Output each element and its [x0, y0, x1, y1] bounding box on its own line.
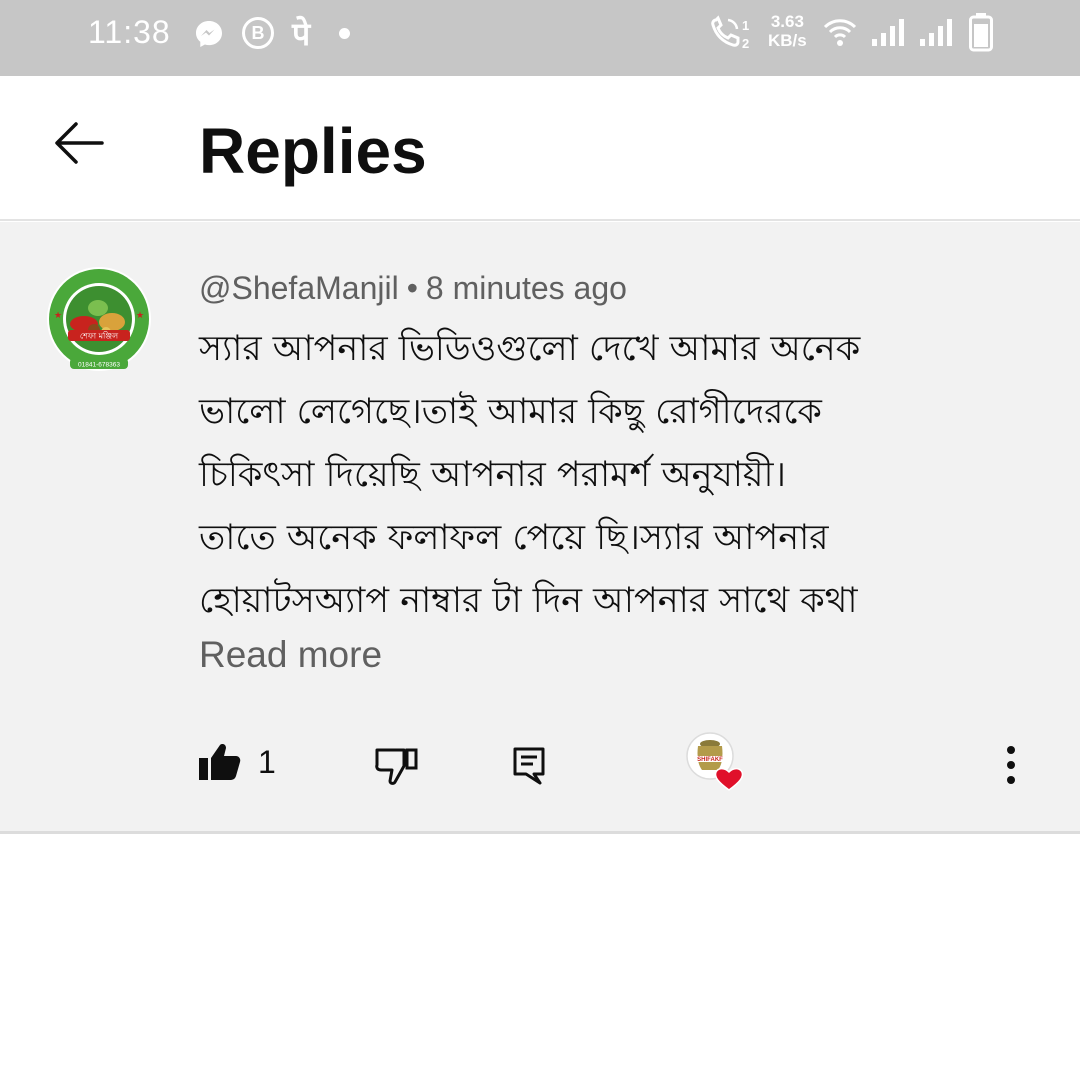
- svg-text:1: 1: [742, 18, 749, 33]
- svg-text:শেফা মঞ্জিল: শেফা মঞ্জিল: [80, 332, 119, 341]
- dislike-button[interactable]: [374, 746, 420, 788]
- comment-actions: 1 SHIFAKF: [0, 732, 1080, 792]
- arrow-left-icon: [55, 122, 104, 164]
- avatar[interactable]: শেফা মঞ্জিল ★ ★ 01841-678363: [46, 266, 152, 376]
- back-button[interactable]: [48, 112, 108, 172]
- more-vert-icon: [1007, 746, 1015, 784]
- status-time: 11:38: [88, 14, 171, 50]
- read-more-link[interactable]: Read more: [199, 634, 382, 676]
- svg-text:SHIFAKF: SHIFAKF: [697, 757, 723, 763]
- network-speed: 3.63 KB/s: [768, 12, 807, 50]
- battery-icon: [969, 13, 993, 52]
- comment-line: স্যার আপনার ভিডিওগুলো দেখে আমার অনেক: [199, 329, 861, 369]
- reply-button[interactable]: [512, 746, 546, 786]
- status-bar: 11:38 B पे 1 2 3.63 KB/s: [0, 0, 1080, 76]
- wifi-icon: [823, 19, 857, 46]
- notification-dot-icon: [339, 28, 350, 39]
- phonepe-icon: पे: [292, 15, 311, 53]
- messenger-icon: [196, 21, 222, 47]
- comment-text: স্যার আপনার ভিডিওগুলো দেখে আমার অনেক ভাল…: [199, 318, 959, 633]
- signal-icon: [920, 19, 952, 46]
- signal-icon: [872, 19, 904, 46]
- like-count: 1: [258, 744, 276, 780]
- comment-line: ভালো লেগেছে।তাই আমার কিছু রোগীদেরকে: [199, 392, 822, 432]
- comment-meta: @ShefaManjil • 8 minutes ago: [199, 270, 627, 307]
- svg-text:★: ★: [136, 310, 144, 320]
- comment-card: শেফা মঞ্জিল ★ ★ 01841-678363 @ShefaManji…: [0, 222, 1080, 834]
- volte-call-icon: 1 2: [711, 15, 749, 51]
- like-button[interactable]: [198, 742, 242, 782]
- network-speed-value: 3.63: [770, 12, 804, 31]
- comment-line: তাতে অনেক ফলাফল পেয়ে ছি।স্যার আপনার: [199, 518, 829, 558]
- comment-icon: [513, 747, 545, 785]
- comment-time: 8 minutes ago: [425, 270, 627, 306]
- page-title: Replies: [199, 115, 427, 187]
- comment-line: চিকিৎসা দিয়েছি আপনার পরামর্শ অনুযায়ী।: [199, 455, 787, 495]
- comment-line: হোয়াটসঅ্যাপ নাম্বার টা দিন আপনার সাথে ক…: [199, 581, 858, 621]
- meta-separator: •: [406, 270, 418, 306]
- creator-heart-badge: SHIFAKF: [686, 732, 744, 791]
- svg-text:★: ★: [54, 310, 62, 320]
- svg-text:2: 2: [742, 36, 749, 51]
- thumbs-up-icon: [199, 744, 241, 780]
- b-circle-icon: B: [242, 17, 274, 49]
- replies-header: Replies: [0, 76, 1080, 221]
- network-speed-unit: KB/s: [768, 31, 807, 50]
- more-options-button[interactable]: [996, 742, 1026, 788]
- thumbs-down-icon: [375, 748, 418, 785]
- comment-author[interactable]: @ShefaManjil: [199, 270, 399, 306]
- svg-text:01841-678363: 01841-678363: [78, 362, 120, 369]
